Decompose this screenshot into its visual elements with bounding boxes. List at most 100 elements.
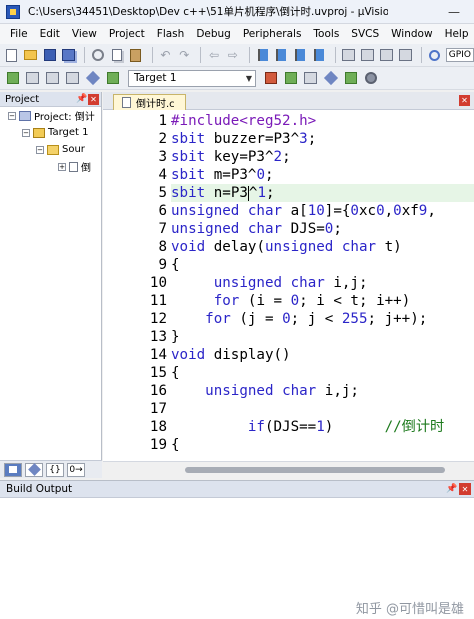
editor-tab[interactable]: 倒计时.c [113, 94, 186, 110]
build-button[interactable] [24, 70, 41, 87]
code-line[interactable]: { [171, 256, 180, 274]
pack-installer-button[interactable] [342, 70, 359, 87]
line-number: 12 [149, 311, 167, 327]
menu-peripherals[interactable]: Peripherals [237, 28, 308, 40]
gpio-label[interactable]: GPIO [445, 48, 474, 62]
code-line[interactable]: void delay(unsigned char t) [171, 238, 402, 256]
cut-button[interactable] [90, 47, 106, 64]
paste-button[interactable] [128, 47, 144, 64]
code-line[interactable]: unsigned char i,j; [171, 382, 359, 400]
open-file-button[interactable] [23, 47, 39, 64]
menu-flash[interactable]: Flash [151, 28, 191, 40]
menu-edit[interactable]: Edit [34, 28, 66, 40]
code-line[interactable]: for (i = 0; i < t; i++) [171, 292, 411, 310]
menu-window[interactable]: Window [385, 28, 438, 40]
tab-books[interactable] [25, 462, 43, 477]
bookmark-button[interactable] [255, 47, 271, 64]
prev-bookmark-button[interactable] [273, 47, 289, 64]
copy-button[interactable] [109, 47, 125, 64]
collapse-icon[interactable]: − [8, 111, 16, 120]
code-line[interactable]: sbit key=P3^2; [171, 148, 291, 166]
expand-icon[interactable]: + [58, 162, 66, 171]
menu-tools[interactable]: Tools [307, 28, 345, 40]
nav-back-button[interactable]: ⇦ [206, 47, 222, 64]
nav-forward-button[interactable]: ⇨ [225, 47, 241, 64]
code-line[interactable]: { [171, 364, 180, 382]
toolbar-separator [334, 47, 336, 63]
menu-project[interactable]: Project [103, 28, 151, 40]
menu-svcs[interactable]: SVCS [345, 28, 385, 40]
code-line[interactable]: #include<reg52.h> [171, 112, 316, 130]
build-output-title: Build Output [6, 483, 73, 495]
code-line[interactable]: if(DJS==1) //倒计时 [171, 418, 444, 436]
tree-item-file[interactable]: + 倒 [0, 158, 101, 175]
code-line[interactable]: sbit n=P3^1; [171, 184, 474, 202]
indent-button[interactable] [341, 47, 357, 64]
save-all-button[interactable] [60, 47, 76, 64]
magic-wand-icon [264, 72, 277, 84]
tab-functions[interactable]: {} [46, 462, 64, 477]
unindent-button[interactable] [360, 47, 376, 64]
close-project-panel-button[interactable]: ✕ [88, 93, 99, 105]
functions-tab-icon: {} [49, 464, 61, 475]
file-extensions-button[interactable] [282, 70, 299, 87]
save-button[interactable] [42, 47, 58, 64]
code-line[interactable]: for (j = 0; j < 255; j++); [171, 310, 427, 328]
new-file-button[interactable] [4, 47, 20, 64]
code-line[interactable]: sbit m=P3^0; [171, 166, 274, 184]
project-panel-title: Project [5, 93, 40, 105]
stop-build-button[interactable] [84, 70, 101, 87]
pack-installer-icon [344, 72, 357, 84]
tab-templates[interactable]: 0→ [67, 462, 85, 477]
menu-help[interactable]: Help [439, 28, 474, 40]
line-number-gutter: 1 2 3 4 5 6 7 8 9 10 11 12 13 14 15 16 17 18 19 [103, 110, 171, 461]
settings-button[interactable] [362, 70, 379, 87]
find-in-files-button[interactable] [427, 47, 443, 64]
collapse-icon[interactable]: − [22, 128, 30, 137]
horizontal-scrollbar[interactable] [103, 461, 474, 478]
scissors-icon [92, 49, 105, 61]
comment-button[interactable] [378, 47, 394, 64]
code-line[interactable]: void display() [171, 346, 291, 364]
menu-file[interactable]: File [4, 28, 34, 40]
project-panel-tabs: {} 0→ [0, 460, 102, 478]
minimize-button[interactable]: — [448, 5, 460, 19]
code-line[interactable]: } [171, 328, 180, 346]
code-line[interactable]: sbit buzzer=P3^3; [171, 130, 316, 148]
manage-components-button[interactable] [302, 70, 319, 87]
uncomment-button[interactable] [397, 47, 413, 64]
tree-item-target[interactable]: − Target 1 [0, 124, 101, 141]
tree-item-project[interactable]: − Project: 倒计 [0, 107, 101, 124]
stop-build-icon [85, 70, 100, 86]
code-editor[interactable]: 1 2 3 4 5 6 7 8 9 10 11 12 13 14 15 16 17 18 19 #include<r… [103, 110, 474, 461]
redo-button[interactable]: ↷ [176, 47, 192, 64]
undo-button[interactable]: ↶ [158, 47, 174, 64]
code-line[interactable]: unsigned char i,j; [171, 274, 368, 292]
pin-icon[interactable]: 📌 [445, 484, 459, 494]
target-select[interactable]: Target 1 ▼ [128, 69, 256, 87]
pin-icon[interactable]: 📌 [76, 94, 88, 104]
code-line[interactable]: unsigned char a[10]={0xc0,0xf9, [171, 202, 436, 220]
rebuild-button[interactable] [44, 70, 61, 87]
toolbar-separator [84, 47, 86, 63]
tab-project[interactable] [4, 462, 22, 477]
translate-button[interactable] [4, 70, 21, 87]
code-text-area[interactable]: #include<reg52.h> sbit buzzer=P3^3; sbit k… [171, 110, 474, 461]
menu-view[interactable]: View [66, 28, 103, 40]
next-bookmark-button[interactable] [292, 47, 308, 64]
close-editor-tab-button[interactable]: ✕ [459, 95, 470, 106]
code-line[interactable]: unsigned char DJS=0; [171, 220, 342, 238]
download-button[interactable] [104, 70, 121, 87]
line-number: 15 [149, 365, 167, 381]
close-build-output-button[interactable]: ✕ [459, 483, 471, 495]
clear-bookmarks-button[interactable] [311, 47, 327, 64]
tree-item-source-group[interactable]: − Sour [0, 141, 101, 158]
target-options-button[interactable] [262, 70, 279, 87]
title-bar: C:\Users\34451\Desktop\Dev c++\51单片机程序\倒… [0, 0, 474, 24]
batch-build-button[interactable] [64, 70, 81, 87]
code-line[interactable]: { [171, 436, 180, 454]
scrollbar-thumb[interactable] [185, 467, 445, 473]
menu-debug[interactable]: Debug [190, 28, 237, 40]
select-packs-button[interactable] [322, 70, 339, 87]
collapse-icon[interactable]: − [36, 145, 44, 154]
